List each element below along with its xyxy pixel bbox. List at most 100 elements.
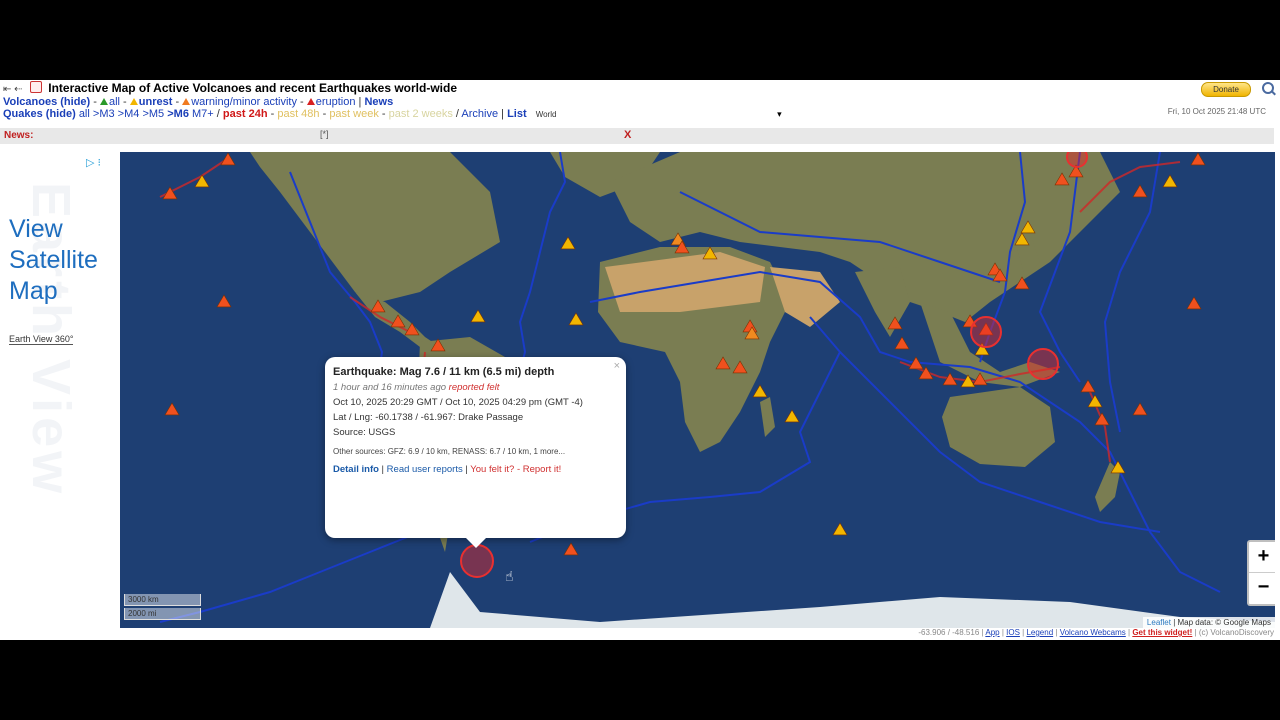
- volcano-marker[interactable]: [404, 322, 420, 336]
- quake-past24h-link[interactable]: past 24h: [223, 108, 268, 120]
- volcano-warning-link[interactable]: warning/minor activity: [191, 96, 297, 108]
- popup-time: Oct 10, 2025 20:29 GMT / Oct 10, 2025 04…: [333, 397, 583, 408]
- search-icon[interactable]: [1262, 82, 1274, 94]
- volcano-marker[interactable]: [370, 299, 386, 313]
- volcano-marker[interactable]: [1080, 379, 1096, 393]
- volcano-marker[interactable]: [220, 152, 236, 166]
- popup-location: Lat / Lng: -60.1738 / -61.967: Drake Pas…: [333, 412, 524, 423]
- quake-past48h-link[interactable]: past 48h: [277, 108, 319, 120]
- volcano-unrest-link[interactable]: unrest: [139, 96, 173, 108]
- volcano-marker[interactable]: [942, 372, 958, 386]
- legend-link[interactable]: Legend: [1026, 628, 1053, 637]
- quake-pastweek-link[interactable]: past week: [329, 108, 379, 120]
- earthquake-marker[interactable]: [1027, 348, 1059, 380]
- volcano-marker[interactable]: [894, 336, 910, 350]
- quake-filter-m7[interactable]: M7+: [192, 108, 214, 120]
- app-icon: [29, 81, 42, 93]
- leaflet-link[interactable]: Leaflet: [1147, 618, 1171, 627]
- region-select[interactable]: World ▾: [536, 109, 782, 122]
- quake-past2weeks-link[interactable]: past 2 weeks: [389, 108, 453, 120]
- browser-page: ⇤ ⇠ Interactive Map of Active Volcanoes …: [0, 80, 1280, 640]
- ios-link[interactable]: IOS: [1006, 628, 1020, 637]
- volcano-green-icon: [99, 98, 108, 105]
- ad-panel[interactable]: Earth View ▷ ⁝ View Satellite Map Earth …: [0, 152, 118, 628]
- volcano-marker[interactable]: [1014, 232, 1030, 246]
- volcano-marker[interactable]: [194, 174, 210, 188]
- volcano-marker[interactable]: [1054, 172, 1070, 186]
- webcams-link[interactable]: Volcano Webcams: [1060, 628, 1126, 637]
- quakes-hide-link[interactable]: Quakes (hide): [3, 108, 76, 120]
- detail-info-link[interactable]: Detail info: [333, 464, 379, 475]
- quake-filter-m5[interactable]: >M5: [142, 108, 164, 120]
- popup-other-sources[interactable]: Other sources: GFZ: 6.9 / 10 km, RENASS:…: [333, 446, 618, 458]
- zoom-in-button[interactable]: +: [1249, 542, 1275, 573]
- volcano-marker[interactable]: [1094, 412, 1110, 426]
- volcano-yellow-icon: [129, 98, 138, 105]
- quake-filter-m4[interactable]: >M4: [118, 108, 140, 120]
- popup-felt[interactable]: reported felt: [449, 382, 500, 393]
- news-link[interactable]: News: [364, 96, 393, 108]
- volcano-marker[interactable]: [1014, 276, 1030, 290]
- volcano-marker[interactable]: [1020, 220, 1036, 234]
- volcano-marker[interactable]: [887, 316, 903, 330]
- volcano-marker[interactable]: [470, 309, 486, 323]
- volcano-marker[interactable]: [702, 246, 718, 260]
- volcano-marker[interactable]: [972, 372, 988, 386]
- quake-archive-link[interactable]: Archive: [461, 108, 498, 120]
- news-close-button[interactable]: X: [624, 129, 631, 141]
- volcano-marker[interactable]: [563, 542, 579, 556]
- volcano-marker[interactable]: [1186, 296, 1202, 310]
- volcano-marker[interactable]: [216, 294, 232, 308]
- world-map[interactable]: × Earthquake: Mag 7.6 / 11 km (6.5 mi) d…: [120, 152, 1275, 628]
- volcano-marker[interactable]: [752, 384, 768, 398]
- quake-filter-m6[interactable]: >M6: [167, 108, 189, 120]
- quake-list-link[interactable]: List: [507, 108, 527, 120]
- earthquake-marker[interactable]: [1066, 152, 1088, 168]
- volcano-marker[interactable]: [1162, 174, 1178, 188]
- popup-ago: 1 hour and 16 minutes ago: [333, 382, 447, 393]
- marker-layer[interactable]: [120, 152, 1275, 628]
- zoom-out-button[interactable]: −: [1249, 573, 1275, 603]
- read-reports-link[interactable]: Read user reports: [387, 464, 463, 475]
- volcano-eruption-link[interactable]: eruption: [316, 96, 356, 108]
- volcano-marker[interactable]: [164, 402, 180, 416]
- news-bar: News: [*] X: [0, 128, 1274, 144]
- ad-headline[interactable]: View Satellite Map: [9, 214, 118, 307]
- volcano-all-link[interactable]: all: [109, 96, 120, 108]
- volcano-marker[interactable]: [784, 409, 800, 423]
- nav-arrows-icon[interactable]: ⇤ ⇠: [3, 84, 23, 95]
- volcano-marker[interactable]: [908, 356, 924, 370]
- widget-link[interactable]: Get this widget!: [1132, 628, 1192, 637]
- earthquake-popup[interactable]: × Earthquake: Mag 7.6 / 11 km (6.5 mi) d…: [325, 357, 626, 548]
- volcano-marker[interactable]: [1087, 394, 1103, 408]
- volcano-marker[interactable]: [568, 312, 584, 326]
- volcano-marker[interactable]: [1132, 402, 1148, 416]
- donate-button[interactable]: Donate: [1201, 82, 1251, 97]
- ad-choices-icon[interactable]: ▷ ⁝: [86, 156, 101, 169]
- volcano-marker[interactable]: [732, 360, 748, 374]
- volcano-marker[interactable]: [430, 338, 446, 352]
- volcano-marker[interactable]: [162, 186, 178, 200]
- cursor-coords: -63.906 / -48.516: [918, 628, 980, 637]
- volcano-marker[interactable]: [715, 356, 731, 370]
- earthquake-marker[interactable]: [460, 544, 494, 578]
- popup-title: Earthquake: Mag 7.6 / 11 km (6.5 mi) dep…: [333, 366, 555, 378]
- zoom-control: + −: [1247, 540, 1275, 606]
- volcano-marker[interactable]: [1190, 152, 1206, 166]
- quake-filter-m3[interactable]: >M3: [93, 108, 115, 120]
- earthquake-marker[interactable]: [970, 316, 1002, 348]
- volcano-marker[interactable]: [832, 522, 848, 536]
- app-link[interactable]: App: [985, 628, 999, 637]
- volcano-marker[interactable]: [390, 314, 406, 328]
- volcanoes-hide-link[interactable]: Volcanoes (hide): [3, 96, 90, 108]
- ad-link[interactable]: Earth View 360°: [9, 334, 74, 345]
- quake-filter-all[interactable]: all: [79, 108, 90, 120]
- volcano-filter-row: Volcanoes (hide) - all - unrest - warnin…: [3, 96, 394, 108]
- volcano-marker[interactable]: [1132, 184, 1148, 198]
- copyright: (c) VolcanoDiscovery: [1198, 628, 1274, 637]
- report-felt-link[interactable]: You felt it? - Report it!: [470, 464, 561, 475]
- popup-content: Earthquake: Mag 7.6 / 11 km (6.5 mi) dep…: [333, 365, 618, 477]
- volcano-marker[interactable]: [560, 236, 576, 250]
- volcano-marker[interactable]: [1110, 460, 1126, 474]
- news-ticker-icon[interactable]: [*]: [320, 129, 329, 139]
